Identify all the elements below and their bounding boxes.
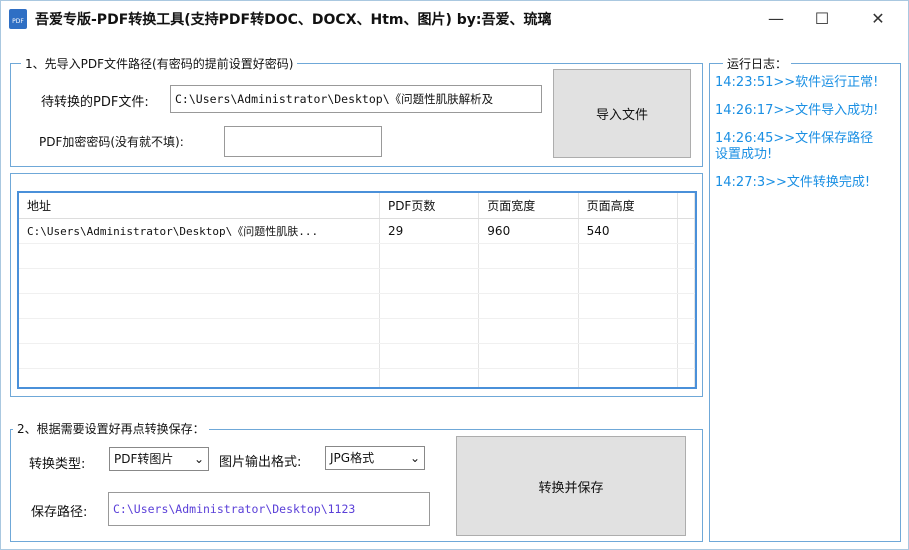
file-path-input[interactable]: C:\Users\Administrator\Desktop\《问题性肌肤解析及 bbox=[170, 85, 542, 113]
log-entry: 14:26:17>>文件导入成功! bbox=[715, 103, 879, 118]
image-format-select[interactable]: JPG格式 ⌄ bbox=[325, 446, 425, 470]
password-label: PDF加密密码(没有就不填): bbox=[39, 135, 184, 149]
password-input[interactable] bbox=[224, 126, 382, 157]
file-table[interactable]: 地址 PDF页数 页面宽度 页面高度 C:\Users\Administrator\D… bbox=[17, 191, 697, 389]
cell-path: C:\Users\Administrator\Desktop\《问题性肌肤... bbox=[19, 218, 380, 244]
app-icon: PDF bbox=[9, 9, 27, 29]
cell-width: 960 bbox=[478, 218, 579, 244]
table-row[interactable]: C:\Users\Administrator\Desktop\《问题性肌肤...… bbox=[19, 218, 695, 244]
chevron-down-icon: ⌄ bbox=[193, 452, 204, 466]
convert-type-select[interactable]: PDF转图片 ⌄ bbox=[109, 447, 209, 471]
log-entry: 14:23:51>>软件运行正常! bbox=[715, 75, 879, 90]
type-label: 转换类型: bbox=[29, 457, 86, 472]
import-legend: 1、先导入PDF文件路径(有密码的提前设置好密码) bbox=[21, 55, 298, 72]
log-entry: 14:27:3>>文件转换完成! bbox=[715, 175, 871, 190]
cell-pages: 29 bbox=[379, 218, 480, 244]
minimize-button[interactable]: — bbox=[753, 5, 799, 33]
convert-save-button[interactable]: 转换并保存 bbox=[456, 436, 686, 536]
column-header-height[interactable]: 页面高度 bbox=[578, 193, 679, 219]
save-path-input[interactable]: C:\Users\Administrator\Desktop\1123 bbox=[108, 492, 430, 526]
log-list: 14:23:51>>软件运行正常! 14:26:17>>文件导入成功! 14:2… bbox=[715, 75, 897, 203]
file-label: 待转换的PDF文件: bbox=[41, 95, 149, 110]
cell-height: 540 bbox=[578, 218, 679, 244]
save-path-label: 保存路径: bbox=[31, 505, 88, 520]
import-file-button[interactable]: 导入文件 bbox=[553, 69, 691, 158]
column-header-pages[interactable]: PDF页数 bbox=[379, 193, 480, 219]
close-button[interactable]: ✕ bbox=[855, 5, 901, 33]
format-label: 图片输出格式: bbox=[219, 455, 302, 470]
format-value: JPG格式 bbox=[330, 451, 375, 465]
log-entry: 14:26:45>>文件保存路径设置成功! bbox=[715, 131, 874, 162]
maximize-button[interactable]: ☐ bbox=[799, 5, 845, 33]
convert-legend: 2、根据需要设置好再点转换保存： bbox=[13, 420, 209, 437]
log-legend: 运行日志： bbox=[723, 55, 792, 72]
chevron-down-icon: ⌄ bbox=[409, 451, 420, 465]
column-header-width[interactable]: 页面宽度 bbox=[478, 193, 579, 219]
window-title: 吾爱专版-PDF转换工具(支持PDF转DOC、DOCX、Htm、图片) by:吾… bbox=[35, 12, 552, 28]
type-value: PDF转图片 bbox=[114, 452, 174, 466]
column-header-path[interactable]: 地址 bbox=[19, 193, 380, 219]
